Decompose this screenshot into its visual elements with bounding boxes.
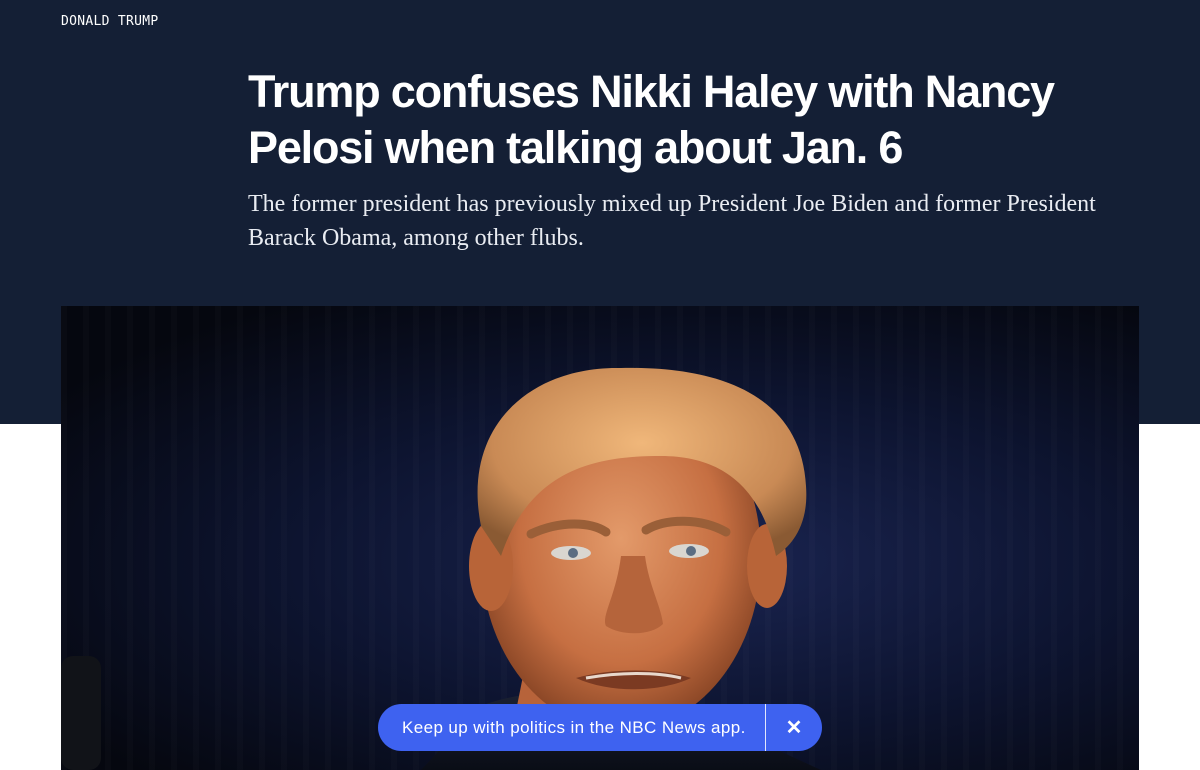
lead-photo-illustration [61, 367, 821, 770]
close-icon[interactable]: ✕ [766, 704, 822, 751]
section-label[interactable]: DONALD TRUMP [61, 14, 159, 29]
article-headline: Trump confuses Nikki Haley with Nancy Pe… [248, 66, 1055, 173]
lead-photo [61, 306, 1139, 770]
app-promo-link[interactable]: Keep up with politics in the NBC News ap… [378, 718, 765, 738]
app-promo-banner: Keep up with politics in the NBC News ap… [378, 704, 822, 751]
article-dek: The former president has previously mixe… [248, 191, 1096, 251]
article-page: DONALD TRUMP Trump confuses Nikki Haley … [0, 0, 1200, 770]
